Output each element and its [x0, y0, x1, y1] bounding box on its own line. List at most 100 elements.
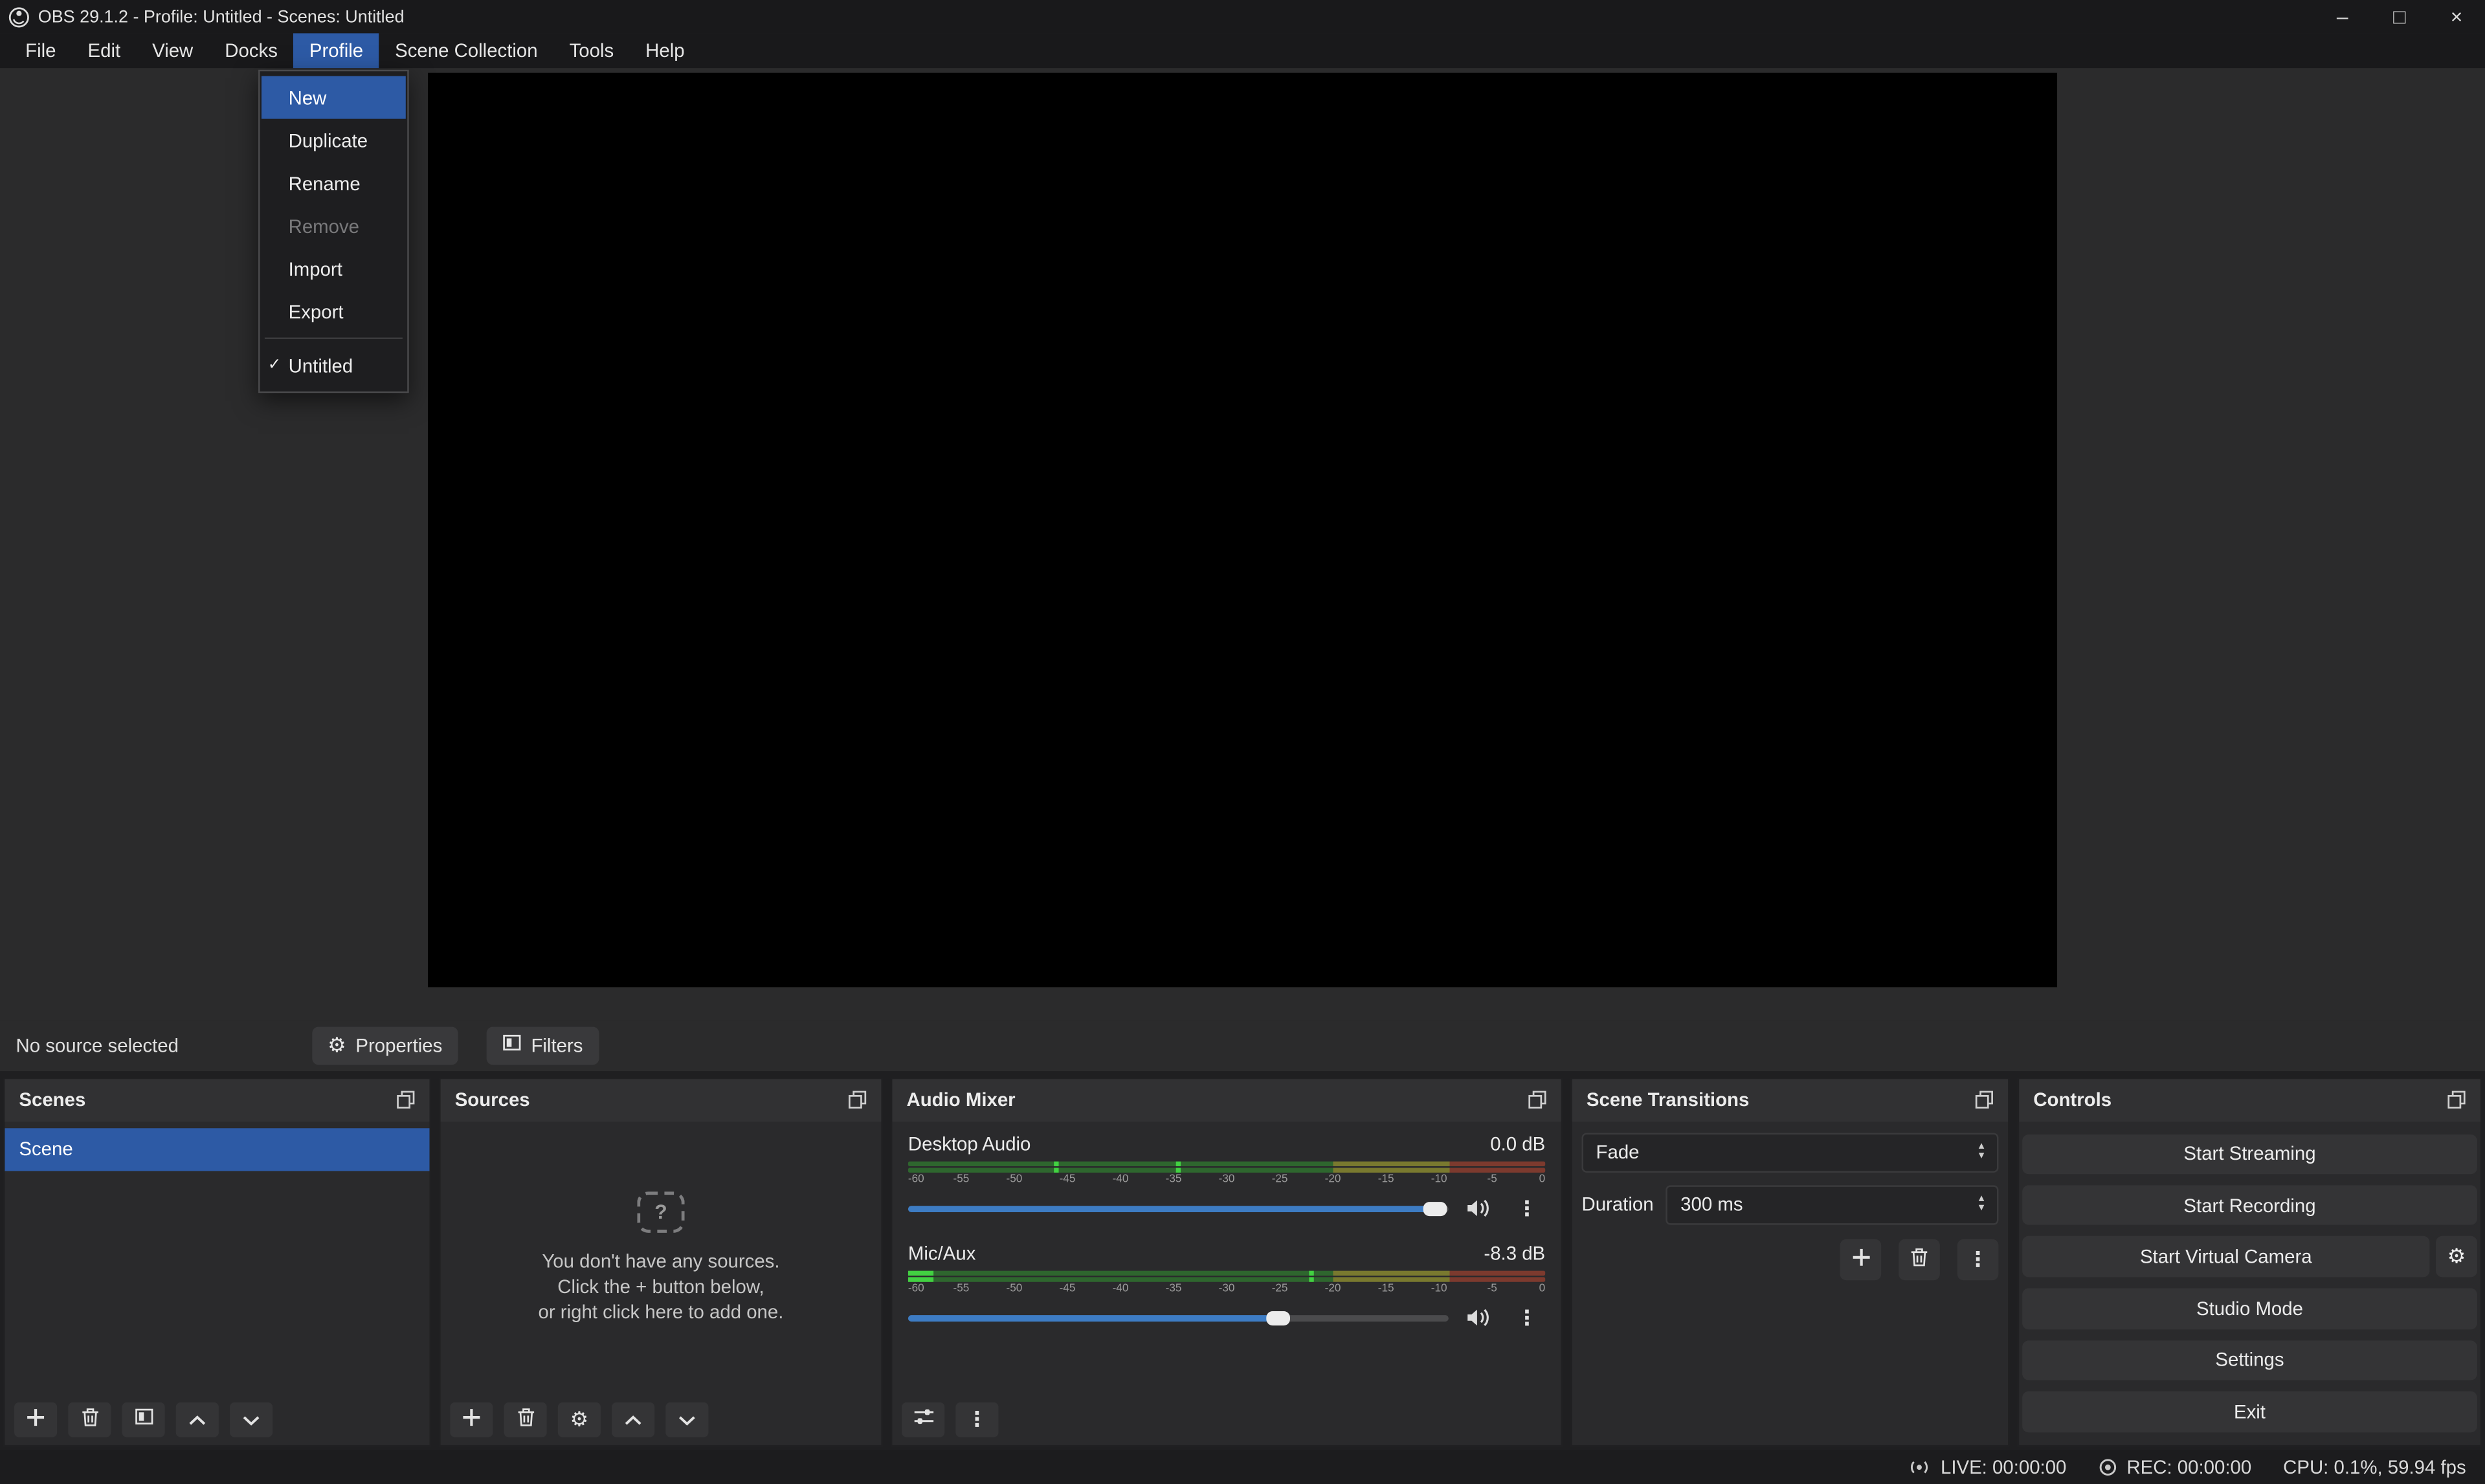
properties-label: Properties: [355, 1034, 442, 1056]
menu-scene-collection[interactable]: Scene Collection: [379, 33, 553, 68]
profile-menu-import[interactable]: Import: [262, 247, 406, 290]
question-icon: ?: [637, 1191, 684, 1232]
plus-icon: [25, 1406, 46, 1432]
source-properties-button[interactable]: ⚙: [558, 1402, 601, 1437]
volume-meter: [908, 1160, 1545, 1165]
remove-transition-button[interactable]: [1899, 1238, 1940, 1279]
remove-source-button[interactable]: [504, 1402, 547, 1437]
scene-transitions-panel: Scene Transitions Fade ▴ ▾ Duration 300 …: [1570, 1077, 2009, 1446]
volume-slider[interactable]: [908, 1314, 1449, 1321]
popout-icon[interactable]: [1528, 1090, 1546, 1109]
settings-button[interactable]: Settings: [2022, 1340, 2477, 1380]
filters-button[interactable]: Filters: [487, 1026, 599, 1064]
cpu-status: CPU: 0.1%, 59.94 fps: [2283, 1456, 2466, 1478]
popout-icon[interactable]: [2447, 1090, 2466, 1109]
title-bar: OBS 29.1.2 - Profile: Untitled - Scenes:…: [0, 0, 2485, 33]
chevron-down-icon: [678, 1408, 696, 1430]
duration-label: Duration: [1582, 1193, 1654, 1215]
slider-handle[interactable]: [1267, 1311, 1291, 1325]
transitions-title: Scene Transitions: [1587, 1089, 1749, 1111]
move-source-down-button[interactable]: [665, 1402, 708, 1437]
maximize-button[interactable]: □: [2371, 0, 2428, 33]
source-toolbar: No source selected ⚙ Properties Filters: [0, 1020, 2485, 1070]
move-scene-down-button[interactable]: [230, 1402, 273, 1437]
profile-menu: New Duplicate Rename Remove Import Expor…: [258, 70, 409, 393]
live-status: LIVE: 00:00:00: [1909, 1456, 2066, 1478]
scene-list-item[interactable]: Scene: [5, 1127, 429, 1170]
chevron-up-icon: [188, 1408, 206, 1430]
scene-filters-button[interactable]: [122, 1402, 165, 1437]
transition-select[interactable]: Fade ▴ ▾: [1582, 1132, 1999, 1171]
add-scene-button[interactable]: [14, 1402, 57, 1437]
menu-file[interactable]: File: [10, 33, 72, 68]
popout-icon[interactable]: [848, 1090, 867, 1109]
status-bar: LIVE: 00:00:00 REC: 00:00:00 CPU: 0.1%, …: [0, 1449, 2485, 1484]
add-source-button[interactable]: [450, 1402, 493, 1437]
mixer-menu-button[interactable]: ⋮: [955, 1402, 998, 1437]
close-icon: ×: [2451, 5, 2463, 28]
controls-title: Controls: [2033, 1089, 2112, 1111]
sources-empty-state: ? You don't have any sources. Click the …: [441, 1121, 882, 1393]
scenes-toolbar: [5, 1393, 429, 1444]
menu-help[interactable]: Help: [630, 33, 700, 68]
slider-handle[interactable]: [1424, 1201, 1448, 1215]
scenes-title: Scenes: [19, 1089, 85, 1111]
remove-scene-button[interactable]: [68, 1402, 111, 1437]
trash-icon: [516, 1406, 535, 1432]
volume-meter: [908, 1270, 1545, 1274]
move-source-up-button[interactable]: [612, 1402, 654, 1437]
meter-scale: -60-55-50-45-40-35-30-25-20-15-10-50: [908, 1283, 1545, 1298]
chevron-down-icon: [243, 1408, 260, 1430]
menu-tools[interactable]: Tools: [553, 33, 630, 68]
add-transition-button[interactable]: [1840, 1238, 1882, 1279]
duration-input[interactable]: 300 ms ▴ ▾: [1666, 1184, 1998, 1224]
controls-header: Controls: [2019, 1078, 2480, 1121]
channel-db-value: 0.0 dB: [1490, 1132, 1545, 1154]
menu-docks[interactable]: Docks: [209, 33, 294, 68]
profile-menu-duplicate[interactable]: Duplicate: [262, 119, 406, 162]
start-streaming-button[interactable]: Start Streaming: [2022, 1134, 2477, 1174]
scenes-list: Scene: [5, 1121, 429, 1393]
empty-line: You don't have any sources.: [542, 1248, 779, 1273]
window-title: OBS 29.1.2 - Profile: Untitled - Scenes:…: [38, 7, 405, 26]
channel-menu-button[interactable]: ⋮: [1509, 1195, 1545, 1221]
transitions-body: Fade ▴ ▾ Duration 300 ms ▴ ▾: [1572, 1121, 2008, 1444]
move-scene-up-button[interactable]: [176, 1402, 219, 1437]
filters-label: Filters: [531, 1034, 583, 1056]
duration-value: 300 ms: [1680, 1193, 1743, 1215]
chevron-up-icon: [625, 1408, 642, 1430]
advanced-audio-properties-button[interactable]: [902, 1402, 944, 1437]
gear-icon: ⚙: [2447, 1245, 2466, 1270]
properties-button[interactable]: ⚙ Properties: [312, 1026, 458, 1064]
profile-menu-current-profile[interactable]: ✓ Untitled: [262, 344, 406, 386]
exit-button[interactable]: Exit: [2022, 1391, 2477, 1432]
profile-menu-remove: Remove: [262, 205, 406, 247]
popout-icon[interactable]: [1975, 1090, 1994, 1109]
spinner-arrows[interactable]: ▴ ▾: [1979, 1142, 1985, 1161]
audio-mixer-title: Audio Mixer: [906, 1089, 1015, 1111]
popout-icon[interactable]: [396, 1090, 415, 1109]
audio-mixer-header: Audio Mixer: [892, 1078, 1561, 1121]
profile-menu-export[interactable]: Export: [262, 290, 406, 333]
sources-list[interactable]: ? You don't have any sources. Click the …: [441, 1121, 882, 1393]
menu-view[interactable]: View: [137, 33, 209, 68]
volume-slider[interactable]: [908, 1205, 1449, 1212]
mixer-channels: Desktop Audio 0.0 dB -60-55-50-45-40-35-…: [892, 1121, 1561, 1393]
transition-properties-button[interactable]: ⋮: [1957, 1238, 1999, 1279]
preview-canvas[interactable]: [428, 73, 2057, 988]
mute-button[interactable]: [1466, 1198, 1491, 1219]
start-virtual-camera-button[interactable]: Start Virtual Camera: [2022, 1237, 2429, 1278]
spinner-arrows[interactable]: ▴ ▾: [1979, 1195, 1985, 1213]
mute-button[interactable]: [1466, 1307, 1491, 1328]
profile-menu-rename[interactable]: Rename: [262, 162, 406, 205]
menu-profile[interactable]: Profile: [293, 33, 379, 68]
menu-edit[interactable]: Edit: [72, 33, 137, 68]
menu-separator: [265, 338, 403, 339]
profile-menu-new[interactable]: New: [262, 76, 406, 119]
minimize-button[interactable]: –: [2314, 0, 2371, 33]
start-recording-button[interactable]: Start Recording: [2022, 1185, 2477, 1225]
close-button[interactable]: ×: [2428, 0, 2485, 33]
studio-mode-button[interactable]: Studio Mode: [2022, 1289, 2477, 1329]
channel-menu-button[interactable]: ⋮: [1509, 1305, 1545, 1330]
virtual-camera-settings-button[interactable]: ⚙: [2436, 1237, 2477, 1278]
